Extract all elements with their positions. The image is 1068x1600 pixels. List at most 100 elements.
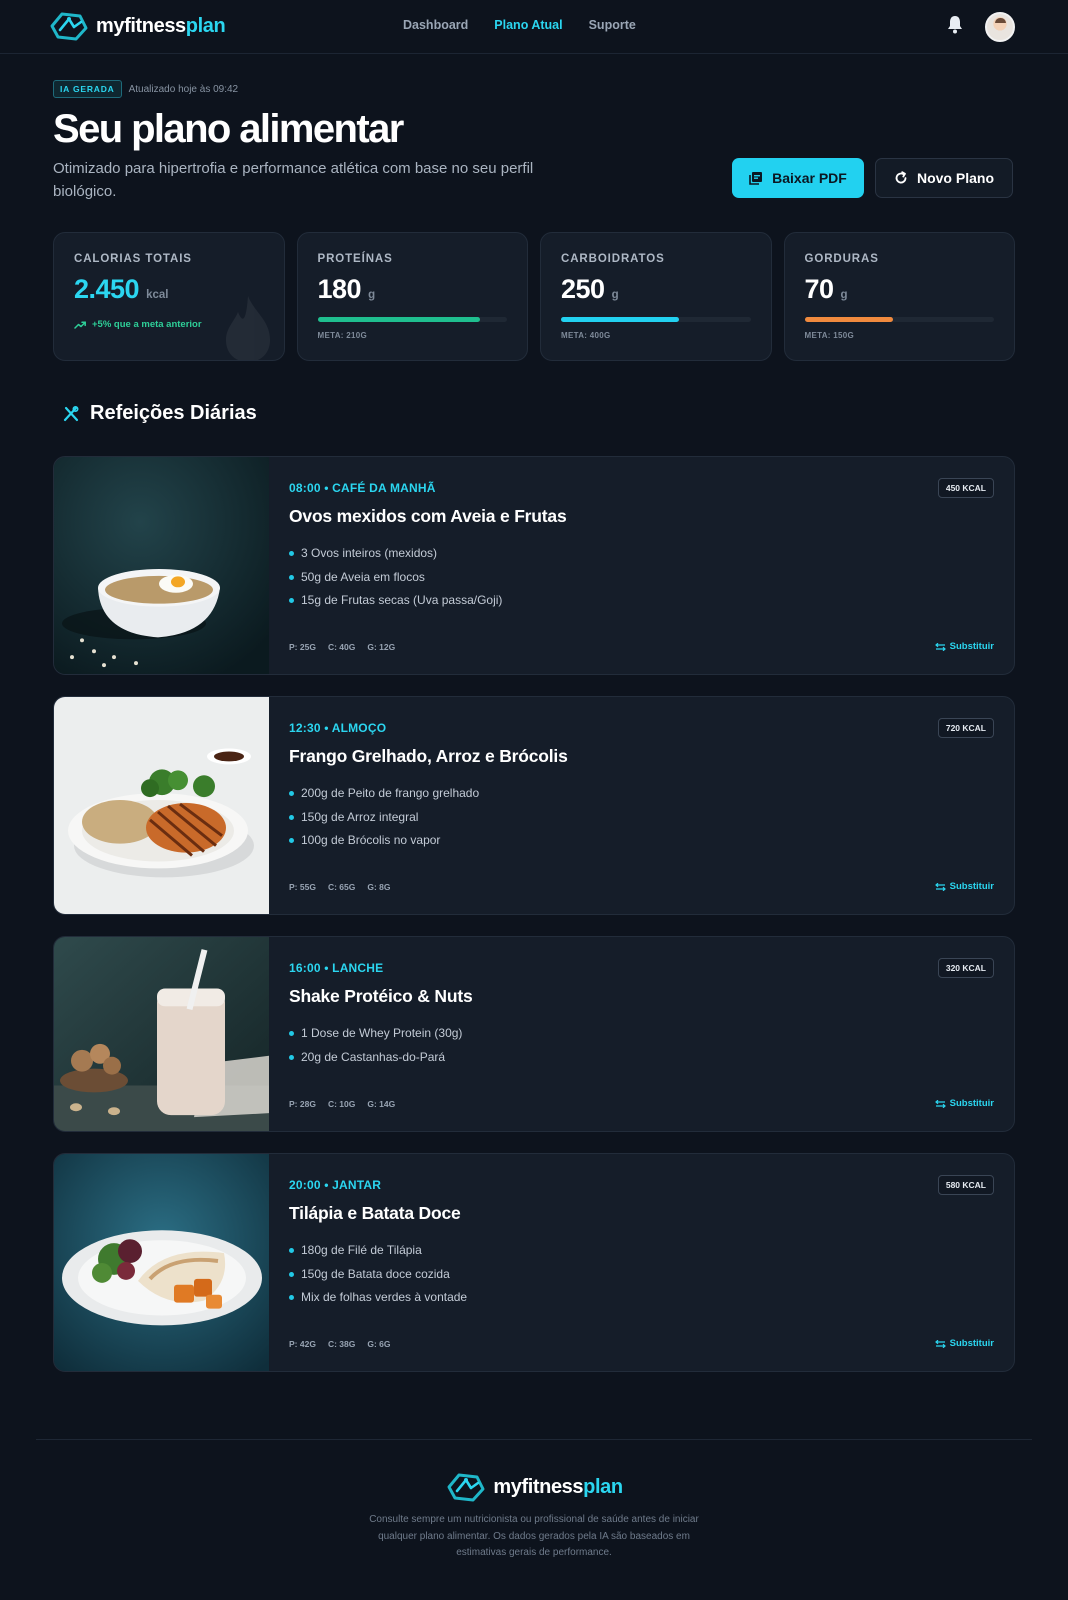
refresh-icon	[895, 171, 907, 184]
logo-icon	[447, 1473, 485, 1502]
bullet-icon	[289, 1271, 294, 1277]
stat-card-protein: PROTEÍNAS 180 g META: 210G	[296, 232, 528, 361]
footer-divider	[36, 1439, 1032, 1440]
stat-card-calories: CALORIAS TOTAIS 2.450 kcal +5% que a met…	[53, 232, 285, 361]
ingredient-text: 15g de Frutas secas (Uva passa/Goji)	[301, 593, 503, 607]
macro-protein: P: 55G	[289, 882, 316, 892]
kcal-badge: 580 KCAL	[937, 1175, 994, 1195]
stat-goal: META: 150G	[804, 331, 855, 340]
brand-name: myfitnessplan	[96, 14, 226, 37]
page-subtitle: Otimizado para hipertrofia e performance…	[53, 160, 534, 200]
substitute-button[interactable]: Substituir	[934, 1098, 994, 1109]
macro-protein: P: 42G	[289, 1339, 316, 1349]
stat-value: 70	[804, 274, 835, 304]
progress-bar-track	[804, 317, 994, 322]
macro-protein: P: 28G	[289, 1099, 316, 1109]
substitute-button[interactable]: Substituir	[934, 881, 994, 892]
bullet-icon	[289, 838, 294, 844]
pdf-icon	[749, 172, 763, 185]
ingredient-list: 3 Ovos inteiros (mexidos) 50g de Aveia e…	[289, 542, 502, 613]
macro-protein: P: 25G	[289, 642, 316, 652]
meal-title: Frango Grelhado, Arroz e Brócolis	[289, 746, 568, 766]
hero-meta: IA GERADA Atualizado hoje às 09:42	[53, 80, 1015, 98]
substitute-label: Substituir	[949, 1338, 994, 1349]
meal-card-snack: 16:00 • LANCHE 320 KCAL Shake Protéico &…	[53, 936, 1015, 1132]
meal-title: Tilápia e Batata Doce	[289, 1203, 461, 1223]
ingredient-text: 20g de Castanhas-do-Pará	[301, 1049, 446, 1064]
macro-fat: G: 6G	[367, 1339, 391, 1349]
nav-dashboard[interactable]: Dashboard	[403, 18, 468, 32]
oatmeal-bowl-image	[54, 457, 269, 674]
stat-label: CALORIAS TOTAIS	[74, 253, 192, 265]
tilapia-plate-image	[54, 1154, 269, 1371]
updated-timestamp: Atualizado hoje às 09:42	[128, 83, 239, 95]
stat-unit: kcal	[146, 289, 169, 301]
bullet-icon	[289, 1054, 294, 1060]
stat-label: GORDURAS	[804, 253, 879, 265]
substitute-button[interactable]: Substituir	[934, 641, 994, 652]
footer-logo[interactable]: myfitnessplan	[0, 1471, 1068, 1503]
nav-suporte[interactable]: Suporte	[589, 18, 636, 32]
brand-name: myfitnessplan	[493, 1475, 623, 1498]
ingredient-list: 180g de Filé de Tilápia 150g de Batata d…	[289, 1239, 467, 1310]
progress-bar-fill	[317, 317, 480, 322]
meal-card-lunch: 12:30 • ALMOÇO 720 KCAL Frango Grelhado,…	[53, 696, 1015, 915]
brand-logo[interactable]: myfitnessplan	[48, 10, 226, 42]
progress-bar-fill	[804, 317, 893, 322]
meal-time: 20:00 • JANTAR	[289, 1178, 382, 1192]
trending-up-icon	[74, 320, 86, 329]
list-item: 15g de Frutas secas (Uva passa/Goji)	[289, 589, 502, 613]
progress-bar-fill	[561, 317, 680, 322]
bullet-icon	[289, 551, 294, 557]
stat-value: 250	[561, 274, 605, 304]
ingredient-list: 1 Dose de Whey Protein (30g) 20g de Cast…	[289, 1022, 462, 1069]
bell-icon[interactable]	[946, 14, 964, 34]
swap-icon	[934, 882, 946, 891]
macro-carbs: C: 10G	[327, 1099, 356, 1109]
stat-unit: g	[368, 289, 376, 301]
macro-fat: G: 12G	[367, 642, 396, 652]
macro-fat: G: 8G	[367, 882, 391, 892]
substitute-button[interactable]: Substituir	[934, 1338, 994, 1349]
list-item: 100g de Brócolis no vapor	[289, 829, 479, 853]
substitute-label: Substituir	[949, 881, 994, 892]
top-navigation-bar: myfitnessplan Dashboard Plano Atual Supo…	[0, 0, 1068, 54]
list-item: 1 Dose de Whey Protein (30g)	[289, 1022, 462, 1046]
meal-image-snack	[54, 937, 269, 1131]
meal-time: 12:30 • ALMOÇO	[289, 721, 387, 735]
stat-label: CARBOIDRATOS	[561, 253, 665, 265]
bullet-icon	[289, 791, 294, 797]
main-nav: Dashboard Plano Atual Suporte	[403, 18, 636, 32]
ia-badge: IA GERADA	[53, 80, 122, 98]
download-pdf-label: Baixar PDF	[772, 170, 847, 186]
page-title: Seu plano alimentar	[53, 107, 404, 151]
meal-title: Ovos mexidos com Aveia e Frutas	[289, 506, 567, 526]
macro-carbs: C: 38G	[327, 1339, 356, 1349]
macro-carbs: C: 40G	[327, 642, 356, 652]
meal-time: 16:00 • LANCHE	[289, 961, 384, 975]
meal-image-dinner	[54, 1154, 269, 1371]
ingredient-text: Mix de folhas verdes à vontade	[301, 1290, 468, 1304]
macro-summary: P: 42G C: 38G G: 6G	[289, 1339, 391, 1349]
nutrition-stats: CALORIAS TOTAIS 2.450 kcal +5% que a met…	[53, 232, 1015, 361]
list-item: 50g de Aveia em flocos	[289, 566, 502, 590]
new-plan-button[interactable]: Novo Plano	[875, 158, 1013, 198]
meals-section-heading: Refeições Diárias	[62, 402, 257, 425]
avatar[interactable]	[985, 12, 1015, 42]
ingredient-text: 1 Dose de Whey Protein (30g)	[301, 1026, 463, 1040]
ingredient-text: 50g de Aveia em flocos	[301, 569, 425, 584]
list-item: Mix de folhas verdes à vontade	[289, 1286, 467, 1310]
substitute-label: Substituir	[949, 1098, 994, 1109]
stat-unit: g	[840, 289, 848, 301]
macro-summary: P: 28G C: 10G G: 14G	[289, 1099, 395, 1109]
stat-label: PROTEÍNAS	[317, 253, 393, 265]
list-item: 200g de Peito de frango grelhado	[289, 782, 479, 806]
macro-summary: P: 55G C: 65G G: 8G	[289, 882, 391, 892]
meal-title: Shake Protéico & Nuts	[289, 986, 473, 1006]
meal-card-breakfast: 08:00 • CAFÉ DA MANHÃ 450 KCAL Ovos mexi…	[53, 456, 1015, 675]
stat-value: 180	[317, 274, 362, 304]
download-pdf-button[interactable]: Baixar PDF	[732, 158, 864, 198]
macro-carbs: C: 65G	[327, 882, 356, 892]
nav-plano-atual[interactable]: Plano Atual	[494, 18, 562, 32]
kcal-badge: 320 KCAL	[937, 958, 994, 978]
